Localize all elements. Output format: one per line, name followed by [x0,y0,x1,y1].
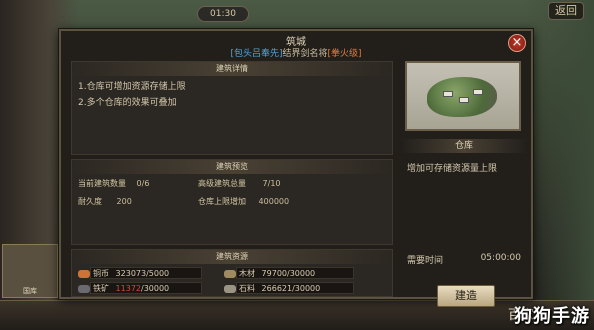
house-illustration [459,97,469,103]
build-time-value: 05:00:00 [480,253,521,263]
building-info-panel: 仓库 增加可存储资源量上限 需要时间 05:00:00 建造 [401,61,527,307]
resource-wood: 木材 79700/30000 [224,268,315,279]
storage-row: 仓库上限增加 400000 [198,196,289,207]
watermark: 狗狗手游 [514,306,590,327]
house-illustration [443,91,453,97]
resource-value-short: 11372 [115,284,141,293]
building-name: 仓库 [401,139,527,153]
preview-section: 建筑预览 当前建筑数量 0/6 高级建筑总量 7/10 耐久度 200 仓库上限… [71,159,393,245]
resource-name: 铁矿 [93,284,109,293]
scenery [524,0,594,330]
details-section: 建筑详情 1.仓库可增加资源存储上限 2.多个仓库的效果可叠加 [71,61,393,155]
resources-heading: 建筑资源 [72,250,392,264]
resource-value: 323073/5000 [115,269,170,278]
dialog-subtitle: [包头吕奉先]结界剑名将[拳火级] [61,46,531,59]
advanced-row: 高级建筑总量 7/10 [198,178,281,189]
building-description: 增加可存储资源量上限 [407,164,498,174]
resource-name: 木材 [239,269,255,278]
detail-line-1: 1.仓库可增加资源存储上限 [78,82,186,92]
resource-value: 266621/30000 [261,284,321,293]
resource-stone: 石料 266621/30000 [224,283,320,294]
details-heading: 建筑详情 [72,62,392,76]
advanced-value: 7/10 [262,179,281,188]
house-illustration [473,89,483,95]
sidebar-building-thumb[interactable]: 国库 [2,244,58,298]
resource-copper: 铜币 323073/5000 [78,268,169,279]
stone-icon [224,284,236,293]
copper-icon [78,269,90,278]
top-timer-pill: 01:30 [197,6,249,22]
build-button[interactable]: 建造 [437,285,495,307]
resource-value: 79700/30000 [261,269,316,278]
subtitle-tag: [拳火级] [327,49,362,59]
durability-label: 耐久度 [78,197,102,206]
building-preview-image [405,61,521,131]
current-count-row: 当前建筑数量 0/6 [78,178,149,189]
sidebar-thumb-label: 国库 [23,287,37,295]
storage-label: 仓库上限增加 [198,197,246,206]
resource-value-rest: /30000 [141,284,170,293]
resource-iron: 铁矿 11372/30000 [78,283,169,294]
resources-section: 建筑资源 铜币 323073/5000 木材 79700/30000 铁矿 11… [71,249,393,297]
wood-icon [224,269,236,278]
build-time-label: 需要时间 [407,256,444,266]
preview-heading: 建筑预览 [72,160,392,174]
hero-name: [包头吕奉先] [230,49,283,59]
build-dialog: 筑城 [包头吕奉先]结界剑名将[拳火级] × 建筑详情 1.仓库可增加资源存储上… [59,29,533,307]
subtitle-text: 结界剑名将 [282,49,328,59]
durability-value: 200 [116,197,132,206]
resource-name: 石料 [239,284,255,293]
current-count-label: 当前建筑数量 [78,179,126,188]
storage-value: 400000 [258,197,290,206]
detail-line-2: 2.多个仓库的效果可叠加 [78,98,177,108]
advanced-label: 高级建筑总量 [198,179,246,188]
back-button[interactable]: 返回 [548,2,584,20]
left-panel: 建筑详情 1.仓库可增加资源存储上限 2.多个仓库的效果可叠加 建筑预览 当前建… [71,61,393,297]
resource-name: 铜币 [93,269,109,278]
bottom-bar [0,300,594,330]
current-count-value: 0/6 [136,179,150,188]
close-button[interactable]: × [508,34,526,52]
iron-icon [78,284,90,293]
durability-row: 耐久度 200 [78,196,132,207]
